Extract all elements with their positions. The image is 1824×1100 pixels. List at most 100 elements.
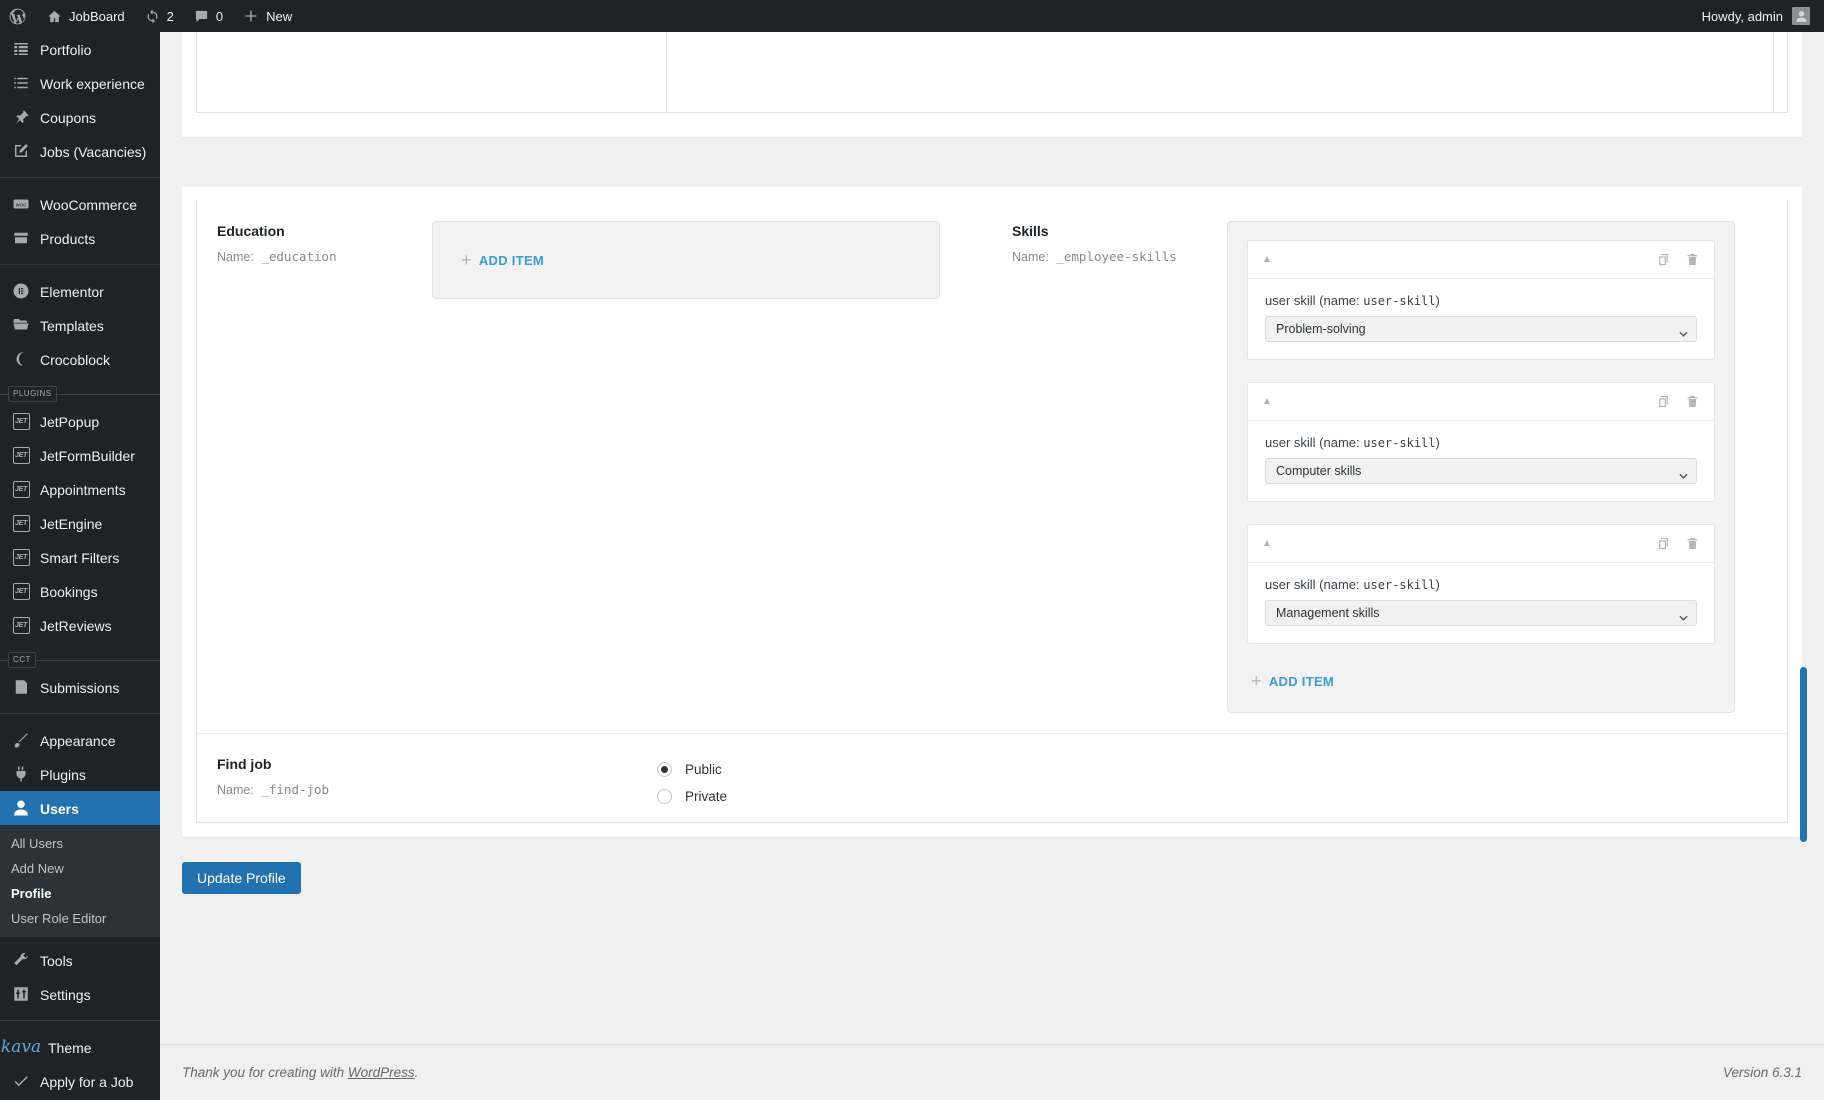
sidebar-item-elementor[interactable]: Elementor [0, 274, 160, 308]
radio-button[interactable] [657, 762, 672, 777]
skills-repeater-item-body: user skill (name: user-skill) Management… [1248, 563, 1714, 643]
skills-control-cell: ▲ user skill (name: user-skill) Problem-… [1227, 201, 1787, 733]
new-content-menu[interactable]: New [233, 0, 302, 32]
page-scrollbar-thumb[interactable] [1800, 667, 1807, 842]
skills-add-item-button[interactable]: + ADD ITEM [1251, 672, 1334, 690]
admin-footer: Thank you for creating with WordPress. V… [160, 1044, 1824, 1100]
education-name: Name: _education [217, 249, 432, 264]
sidebar-item-tools[interactable]: Tools [0, 943, 160, 977]
updates-menu[interactable]: 2 [135, 0, 184, 32]
user-skill-select[interactable]: Management skills [1265, 600, 1697, 626]
sidebar-item-theme[interactable]: kava Theme [0, 1030, 160, 1064]
chevron-down-icon [1679, 610, 1688, 621]
user-skill-select[interactable]: Computer skills [1265, 458, 1697, 484]
users-icon [11, 798, 31, 818]
sidebar-item-crocoblock[interactable]: Crocoblock [0, 342, 160, 376]
sidebar-item-label: Templates [40, 317, 104, 334]
sidebar-item-products[interactable]: Products [0, 221, 160, 255]
skills-label-cell: Skills Name: _employee-skills [992, 201, 1227, 733]
previous-field-panel [182, 32, 1802, 137]
copy-icon[interactable] [1656, 252, 1671, 267]
trash-icon[interactable] [1685, 252, 1700, 267]
wordpress-link[interactable]: WordPress [348, 1065, 415, 1080]
users-submenu: All Users Add New Profile User Role Edit… [0, 825, 160, 937]
find-job-radio-group: Public Private [657, 754, 1765, 810]
skills-repeater-item-body: user skill (name: user-skill) Problem-so… [1248, 279, 1714, 359]
sidebar-item-jetreviews[interactable]: JET JetReviews [0, 608, 160, 642]
sidebar-item-jobs-vacancies[interactable]: Jobs (Vacancies) [0, 134, 160, 168]
site-name-menu[interactable]: JobBoard [37, 0, 135, 32]
sidebar-item-jetengine[interactable]: JET JetEngine [0, 506, 160, 540]
comments-menu[interactable]: 0 [184, 0, 233, 32]
radio-button[interactable] [657, 789, 672, 804]
plus-icon: + [461, 250, 472, 270]
sidebar-item-settings[interactable]: Settings [0, 977, 160, 1011]
wordpress-version: Version 6.3.1 [1722, 1065, 1802, 1080]
caret-up-icon[interactable]: ▲ [1262, 396, 1272, 407]
trash-icon[interactable] [1685, 536, 1700, 551]
find-job-option-private[interactable]: Private [657, 783, 1765, 810]
sidebar-item-plugins[interactable]: Plugins [0, 757, 160, 791]
submenu-item-user-role-editor[interactable]: User Role Editor [0, 906, 160, 931]
updates-count: 2 [166, 8, 174, 24]
jet-badge-icon: JET [11, 479, 31, 499]
education-name-value: _education [253, 249, 337, 264]
menu-divider [0, 177, 160, 178]
kava-theme-logo: kava [1, 1037, 41, 1057]
sidebar-group-content: Portfolio Work experience Coupons Jobs (… [0, 32, 160, 376]
plus-icon [243, 8, 259, 24]
find-job-option-public[interactable]: Public [657, 756, 1765, 783]
wordpress-logo-button[interactable] [0, 0, 37, 32]
sidebar-item-portfolio[interactable]: Portfolio [0, 32, 160, 66]
sidebar-item-submissions[interactable]: Submissions [0, 670, 160, 704]
kava-logo-text: kava [0, 1036, 42, 1057]
skills-name: Name: _employee-skills [1012, 249, 1227, 264]
sidebar-item-work-experience[interactable]: Work experience [0, 66, 160, 100]
skills-repeater-footer: + ADD ITEM [1247, 666, 1715, 702]
user-skill-label-close: ) [1435, 293, 1440, 308]
sidebar-item-users[interactable]: Users [0, 791, 160, 825]
submenu-item-all-users[interactable]: All Users [0, 831, 160, 856]
update-profile-button[interactable]: Update Profile [182, 862, 301, 894]
sidebar-item-templates[interactable]: Templates [0, 308, 160, 342]
sidebar-item-woocommerce[interactable]: woo WooCommerce [0, 187, 160, 221]
main-content-area: Education Name: _education + ADD ITEM Sk… [160, 32, 1824, 1100]
caret-up-icon[interactable]: ▲ [1262, 538, 1272, 549]
sidebar-item-label: JetPopup [40, 413, 100, 430]
skills-repeater-item-tools [1656, 252, 1700, 267]
trash-icon[interactable] [1685, 394, 1700, 409]
sidebar-item-smart-filters[interactable]: JET Smart Filters [0, 540, 160, 574]
copy-icon[interactable] [1656, 394, 1671, 409]
copy-icon[interactable] [1656, 536, 1671, 551]
sidebar-item-jetpopup[interactable]: JET JetPopup [0, 404, 160, 438]
sidebar-item-label: Elementor [40, 283, 104, 300]
submenu-item-add-new[interactable]: Add New [0, 856, 160, 881]
jet-badge-icon: JET [11, 547, 31, 567]
sidebar-item-jetformbuilder[interactable]: JET JetFormBuilder [0, 438, 160, 472]
admin-sidebar-menu: Portfolio Work experience Coupons Jobs (… [0, 32, 160, 1100]
sidebar-item-label: Work experience [40, 75, 145, 92]
skills-repeater: ▲ user skill (name: user-skill) Problem-… [1227, 221, 1735, 713]
sidebar-item-label: Apply for a Job [40, 1073, 134, 1090]
sidebar-item-appointments[interactable]: JET Appointments [0, 472, 160, 506]
comments-count: 0 [215, 8, 224, 24]
new-content-label: New [266, 8, 293, 24]
user-skill-field-label: user skill (name: user-skill) [1265, 435, 1697, 450]
sidebar-item-appearance[interactable]: Appearance [0, 723, 160, 757]
education-add-item-label: ADD ITEM [478, 252, 545, 268]
jet-badge-icon: JET [11, 581, 31, 601]
education-add-item-button[interactable]: + ADD ITEM [461, 251, 544, 269]
caret-up-icon[interactable]: ▲ [1262, 254, 1272, 265]
submenu-item-profile[interactable]: Profile [0, 881, 160, 906]
sidebar-item-label: Tools [40, 952, 73, 969]
appearance-brush-icon [11, 730, 31, 750]
sidebar-item-apply-for-a-job[interactable]: Apply for a Job [0, 1064, 160, 1098]
my-account-menu[interactable]: Howdy, admin [1702, 7, 1824, 25]
skills-name-prefix: Name: [1012, 250, 1049, 264]
menu-divider [0, 713, 160, 714]
sidebar-item-bookings[interactable]: JET Bookings [0, 574, 160, 608]
sidebar-item-coupons[interactable]: Coupons [0, 100, 160, 134]
user-skill-select[interactable]: Problem-solving [1265, 316, 1697, 342]
sidebar-item-label: Crocoblock [40, 351, 111, 368]
sidebar-item-label: Users [40, 800, 79, 817]
